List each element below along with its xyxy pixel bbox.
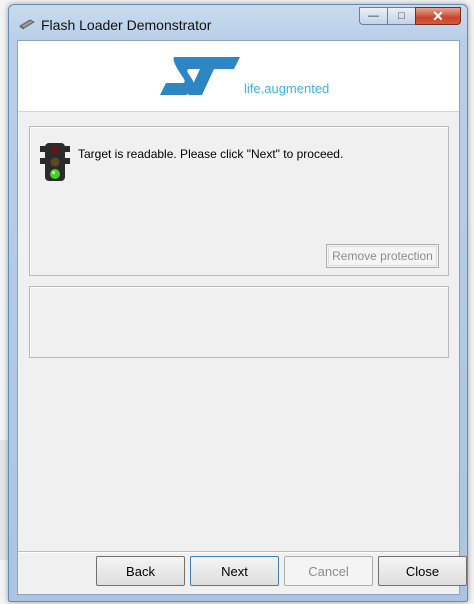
status-message: Target is readable. Please click "Next" … <box>78 147 344 161</box>
info-panel <box>29 286 449 358</box>
banner: ST life.augmented <box>18 41 459 112</box>
status-panel: Target is readable. Please click "Next" … <box>29 126 449 276</box>
minimize-icon: — <box>368 10 379 22</box>
next-button[interactable]: Next <box>190 556 279 586</box>
title-bar[interactable]: Flash Loader Demonstrator — □ ✕ <box>9 5 467 41</box>
maximize-button[interactable]: □ <box>387 7 415 25</box>
traffic-light-green-icon <box>40 143 70 181</box>
footer-divider <box>18 551 459 552</box>
maximize-icon: □ <box>398 10 405 22</box>
app-window: Flash Loader Demonstrator — □ ✕ ST life.… <box>8 4 468 602</box>
caption-buttons: — □ ✕ <box>359 7 461 27</box>
cancel-button[interactable]: Cancel <box>284 556 373 586</box>
close-button[interactable]: Close <box>378 556 467 586</box>
close-window-button[interactable]: ✕ <box>415 7 461 25</box>
app-icon <box>19 19 35 30</box>
tagline: life.augmented <box>244 81 330 96</box>
st-logo: ST <box>160 57 240 95</box>
dialog-client-area: ST life.augmented Target is readable. Pl… <box>17 40 467 595</box>
minimize-button[interactable]: — <box>359 7 387 25</box>
remove-protection-button[interactable]: Remove protection <box>326 244 439 268</box>
back-button[interactable]: Back <box>96 556 185 586</box>
window-title: Flash Loader Demonstrator <box>41 17 212 33</box>
close-icon: ✕ <box>432 7 444 24</box>
